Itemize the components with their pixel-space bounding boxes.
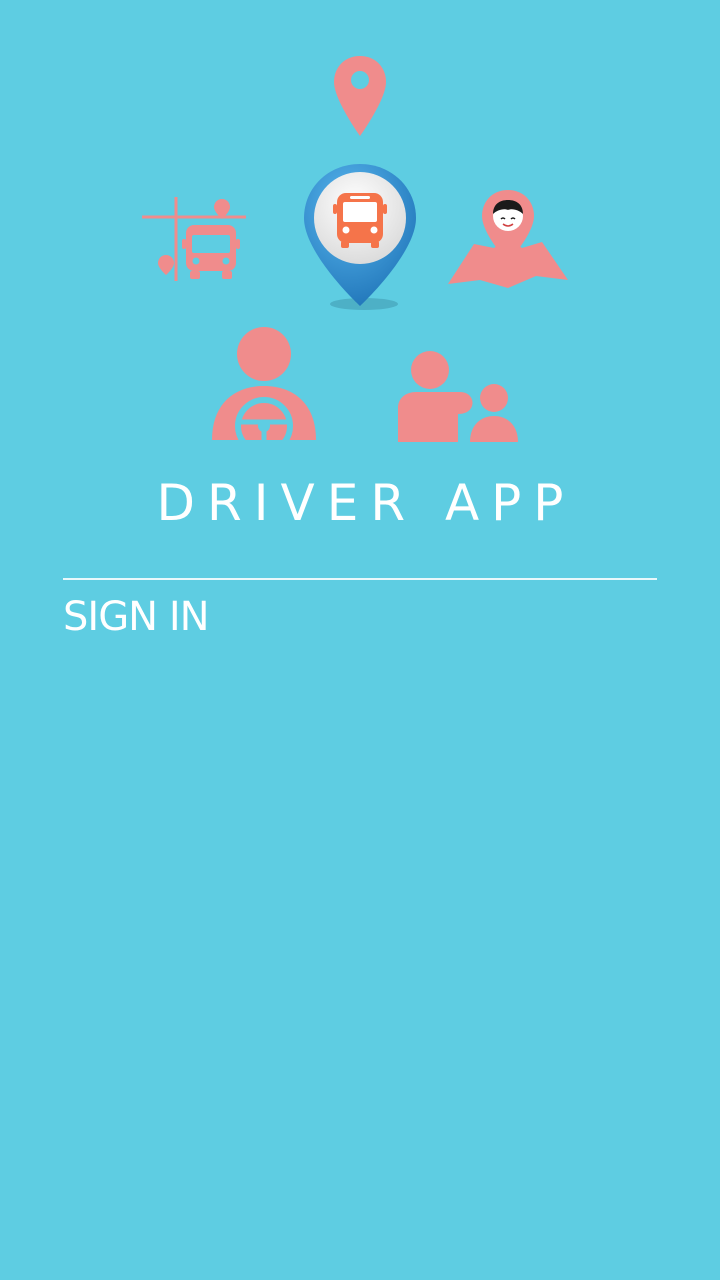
driver-steering-icon: [212, 327, 316, 444]
bus-route-icon: [142, 197, 246, 281]
sign-in-button[interactable]: SIGN IN: [63, 594, 210, 640]
child-location-map-icon: [448, 190, 568, 288]
divider: [63, 578, 657, 580]
bus-location-pin-icon: [304, 164, 416, 310]
parent-child-icon: [398, 351, 518, 442]
header-illustration: [0, 0, 720, 460]
app-title: DRIVER APP: [156, 474, 576, 532]
location-pin-icon: [334, 56, 386, 136]
